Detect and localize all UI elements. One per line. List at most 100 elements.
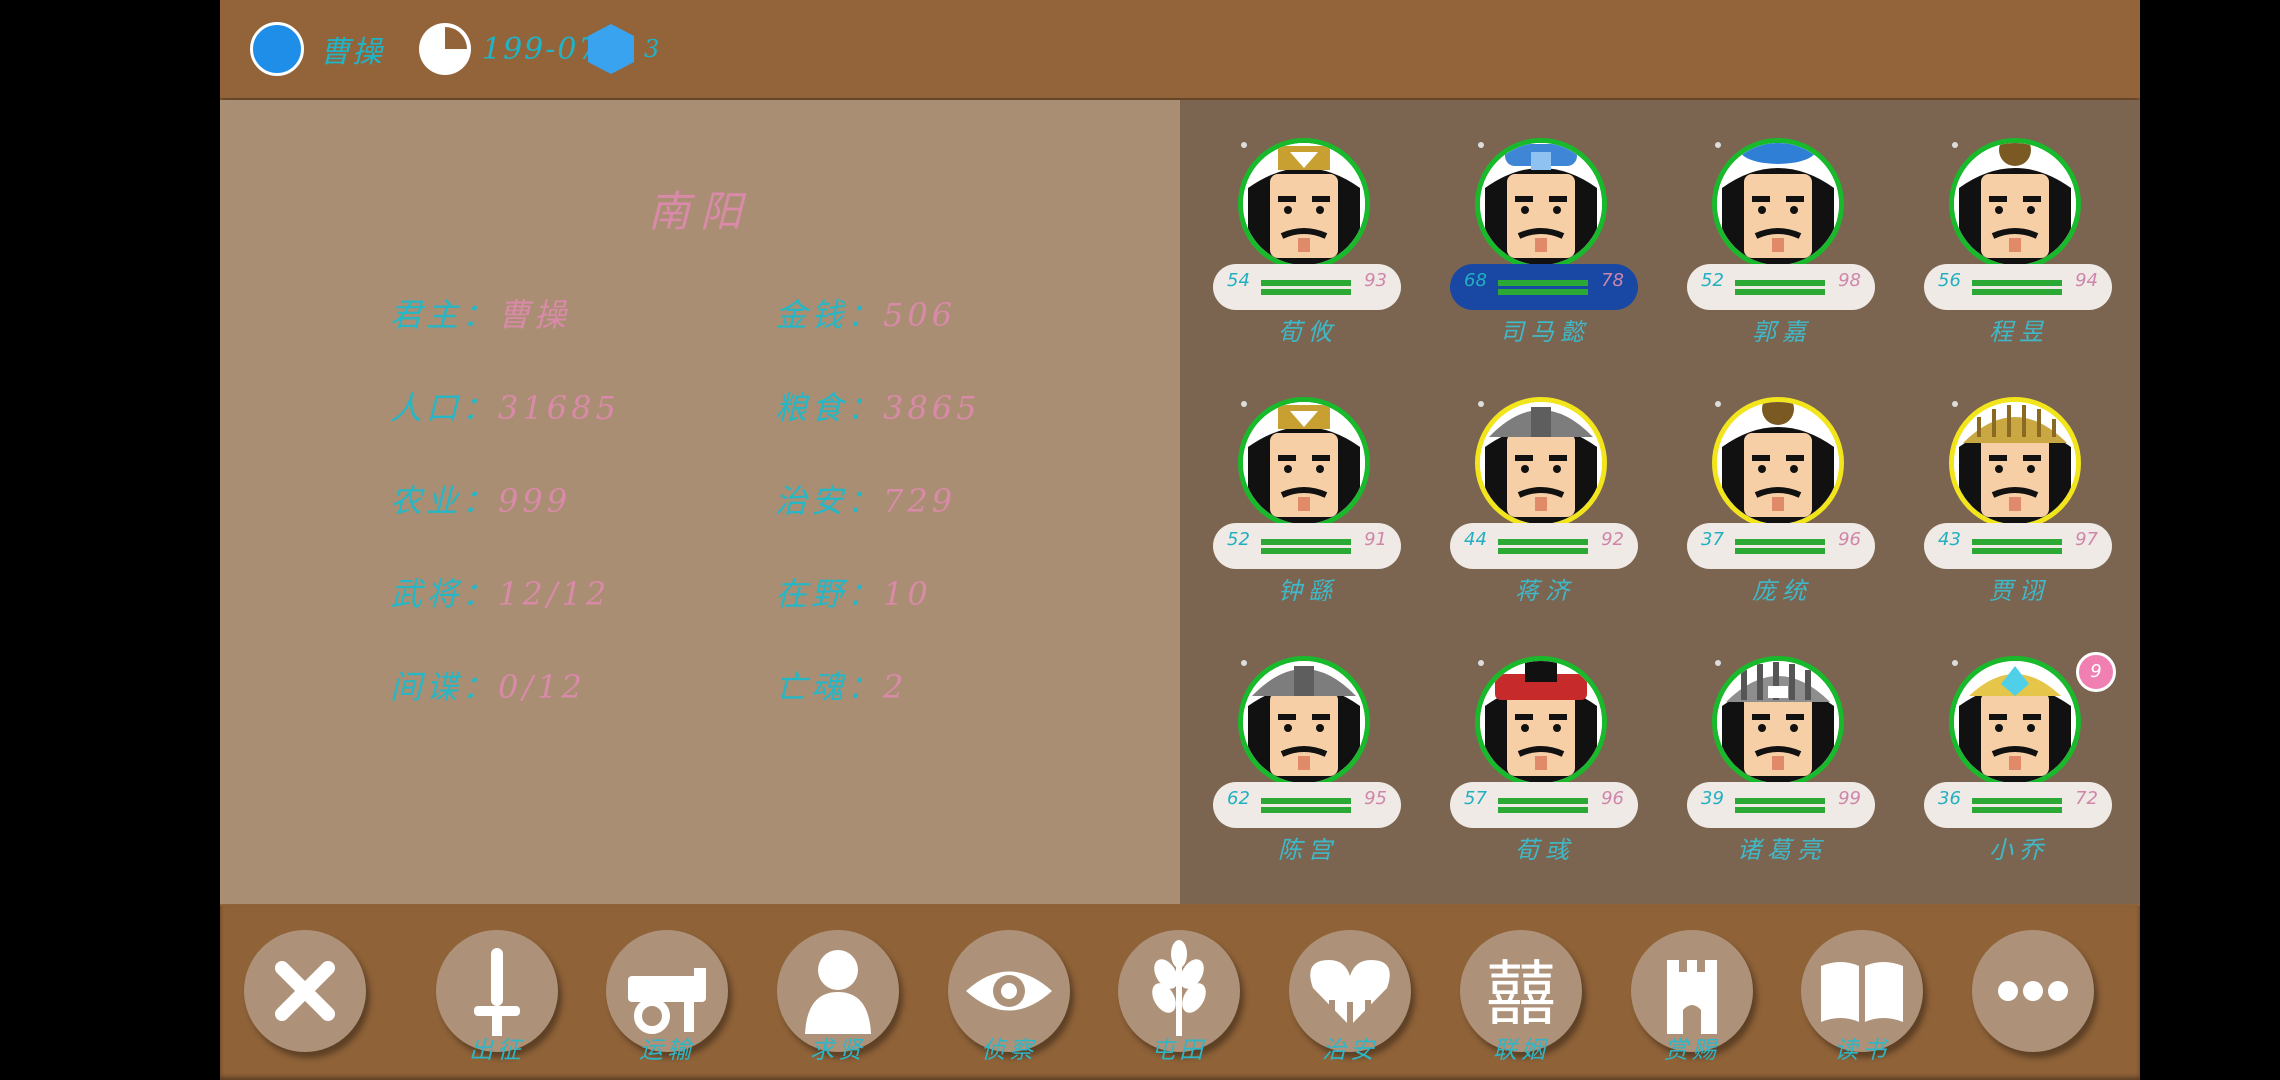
- officer-gauge-line: [1735, 548, 1825, 554]
- officer-stat-left: 56: [1938, 270, 1961, 291]
- officer-stat-right: 98: [1838, 270, 1861, 291]
- command-label: 出征: [469, 1036, 525, 1064]
- ruler-name: 曹操: [320, 35, 384, 70]
- officer-card[interactable]: 56 94 程昱: [1924, 138, 2114, 368]
- officer-portrait: [1949, 397, 2081, 529]
- command-label: 治安: [1322, 1036, 1378, 1064]
- officer-stat-right: 96: [1838, 529, 1861, 550]
- officer-portrait: [1475, 397, 1607, 529]
- stat-label: 金钱：: [775, 296, 884, 334]
- officer-stat-left: 39: [1701, 788, 1724, 809]
- officer-card[interactable]: 54 93 荀攸: [1213, 138, 1403, 368]
- officer-name: 小乔: [1989, 836, 2049, 864]
- officer-gauge-line: [1735, 807, 1825, 813]
- stat-label: 农业：: [390, 482, 499, 520]
- city-stat: 治安：729: [775, 476, 956, 522]
- command-label: 读书: [1834, 1036, 1890, 1064]
- city-stat: 金钱：506: [775, 290, 956, 336]
- officer-stat-right: 95: [1364, 788, 1387, 809]
- officer-portrait: [1475, 656, 1607, 788]
- officer-stat-left: 37: [1701, 529, 1724, 550]
- officer-name: 程昱: [1989, 318, 2049, 346]
- city-stat: 武将：12/12: [390, 569, 610, 615]
- officer-stat-left: 52: [1227, 529, 1250, 550]
- officer-stat-right: 99: [1838, 788, 1861, 809]
- command-label: 运输: [639, 1036, 695, 1064]
- stat-value: 12/12: [498, 575, 611, 613]
- officer-card[interactable]: 43 97 贾诩: [1924, 397, 2114, 627]
- stat-value: 10: [883, 575, 932, 613]
- officer-name: 荀攸: [1278, 318, 1338, 346]
- officer-gauge-line: [1735, 539, 1825, 545]
- officer-gauge-line: [1735, 289, 1825, 295]
- officer-stat-right: 94: [2075, 270, 2098, 291]
- stat-label: 君主：: [390, 296, 499, 334]
- officer-gauge-line: [1498, 539, 1588, 545]
- officer-card[interactable]: 37 96 庞统: [1687, 397, 1877, 627]
- officer-gauge-line: [1261, 798, 1351, 804]
- more-button[interactable]: [1972, 930, 2094, 1052]
- officer-stat-right: 91: [1364, 529, 1387, 550]
- officer-portrait: [1712, 397, 1844, 529]
- officer-card[interactable]: 52 98 郭嘉: [1687, 138, 1877, 368]
- officer-stats-bar: 57 96: [1450, 782, 1638, 828]
- date-text: 199-07: [482, 31, 600, 67]
- officer-portrait: [1238, 397, 1370, 529]
- officer-stats-bar: 62 95: [1213, 782, 1401, 828]
- officer-stat-left: 62: [1227, 788, 1250, 809]
- stat-value: 2: [883, 668, 908, 706]
- stat-value: 506: [883, 296, 957, 334]
- city-stat: 亡魂：2: [775, 662, 907, 708]
- stat-label: 亡魂：: [775, 668, 884, 706]
- close-button[interactable]: [244, 930, 366, 1052]
- officer-stat-left: 54: [1227, 270, 1250, 291]
- officer-stat-right: 78: [1601, 270, 1624, 291]
- officer-portrait: [1712, 656, 1844, 788]
- officer-gauge-line: [1498, 807, 1588, 813]
- officer-gauge-line: [1498, 798, 1588, 804]
- officer-gauge-line: [1261, 807, 1351, 813]
- officer-gauge-line: [1498, 280, 1588, 286]
- officer-gauge-line: [1261, 548, 1351, 554]
- officer-stat-left: 43: [1938, 529, 1961, 550]
- officer-name: 庞统: [1752, 577, 1812, 605]
- faction-color-icon: [250, 22, 304, 76]
- officer-portrait: [1712, 138, 1844, 270]
- officer-name: 钟繇: [1278, 577, 1338, 605]
- officer-card[interactable]: 68 78 司马懿: [1450, 138, 1640, 368]
- officer-stats-bar: 36 72: [1924, 782, 2112, 828]
- officer-gauge-line: [1972, 539, 2062, 545]
- officer-gauge-line: [1972, 798, 2062, 804]
- officer-stat-left: 68: [1464, 270, 1487, 291]
- command-label: 赏赐: [1664, 1036, 1720, 1064]
- officer-gauge-line: [1261, 539, 1351, 545]
- officer-stats-bar: 43 97: [1924, 523, 2112, 569]
- stat-value: 0/12: [498, 668, 586, 706]
- officer-card[interactable]: 36 72 小乔 9: [1924, 652, 2116, 886]
- resource-indicator: 3: [586, 0, 661, 98]
- city-stat: 间谍：0/12: [390, 662, 586, 708]
- officer-stat-right: 96: [1601, 788, 1624, 809]
- officer-portrait: [1949, 656, 2081, 788]
- officer-gauge-line: [1972, 289, 2062, 295]
- clock-icon: [419, 23, 471, 75]
- officer-gauge-line: [1972, 807, 2062, 813]
- officer-stat-left: 57: [1464, 788, 1487, 809]
- officer-stats-bar: 54 93: [1213, 264, 1401, 310]
- stat-label: 治安：: [775, 482, 884, 520]
- city-name: 南阳: [647, 187, 752, 236]
- officer-name: 蒋济: [1515, 577, 1575, 605]
- officer-name: 陈宫: [1278, 836, 1338, 864]
- city-stat: 农业：999: [390, 476, 571, 522]
- officer-card[interactable]: 57 96 荀彧: [1450, 656, 1640, 886]
- officer-card[interactable]: 39 99 诸葛亮: [1687, 656, 1877, 886]
- officer-card[interactable]: 44 92 蒋济: [1450, 397, 1640, 627]
- officer-stats-bar: 52 91: [1213, 523, 1401, 569]
- stat-value: 31685: [498, 389, 620, 427]
- officer-card[interactable]: 52 91 钟繇: [1213, 397, 1403, 627]
- officer-card[interactable]: 62 95 陈宫: [1213, 656, 1403, 886]
- officer-stat-right: 72: [2075, 788, 2098, 809]
- officer-stat-left: 44: [1464, 529, 1487, 550]
- ruler-indicator[interactable]: 曹操: [250, 0, 384, 98]
- notification-badge: 9: [2076, 652, 2116, 692]
